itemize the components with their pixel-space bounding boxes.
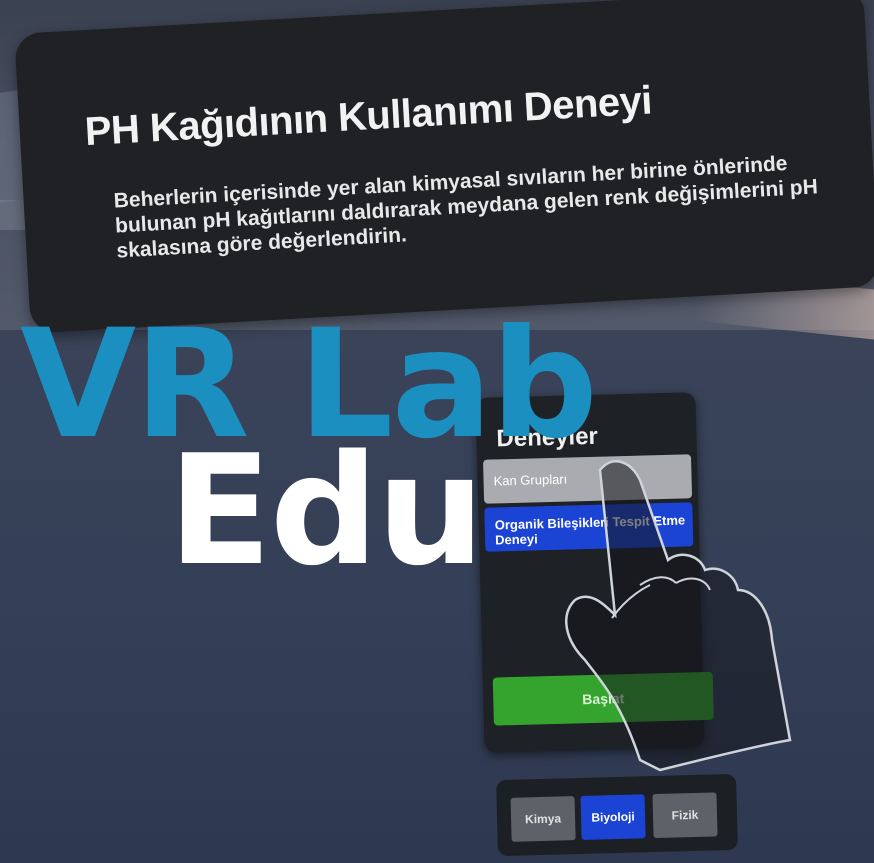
tab-kimya[interactable]: Kimya xyxy=(510,796,576,842)
tab-biyoloji[interactable]: Biyoloji xyxy=(580,794,646,840)
experiment-info-panel: PH Kağıdının Kullanımı Deneyi Beherlerin… xyxy=(14,0,874,334)
category-tab-bar: Kimya Biyoloji Fizik xyxy=(496,773,738,857)
experiment-title: PH Kağıdının Kullanımı Deneyi xyxy=(83,78,654,155)
start-button[interactable]: Başlat xyxy=(492,671,714,726)
experiment-description: Beherlerin içerisinde yer alan kimyasal … xyxy=(113,152,819,263)
logo-edu: Edu xyxy=(168,422,485,599)
experiment-item-organik-bilesikler[interactable]: Organik Bileşikleri Tespit Etme Deneyi xyxy=(484,502,694,552)
tab-fizik[interactable]: Fizik xyxy=(652,792,718,839)
